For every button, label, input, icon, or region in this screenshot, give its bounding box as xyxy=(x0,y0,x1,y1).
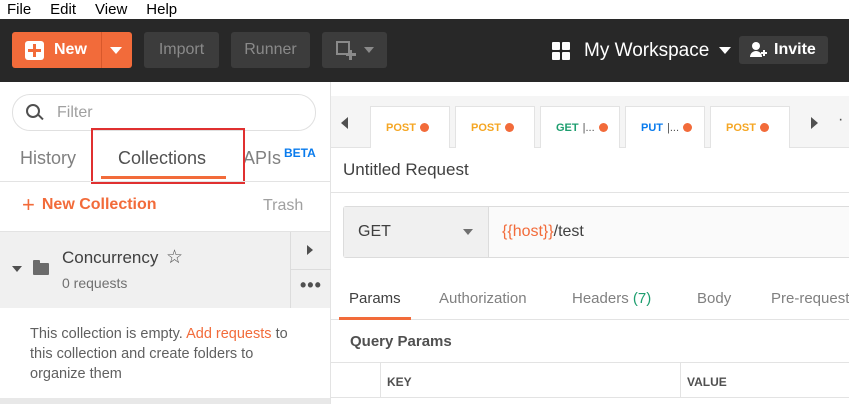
folder-icon xyxy=(33,260,49,275)
tab-apis[interactable]: APIs xyxy=(243,148,281,169)
add-user-icon xyxy=(750,42,767,58)
more-icon[interactable]: ••• xyxy=(300,275,322,296)
request-tab-method: PUT xyxy=(641,121,663,134)
menu-edit[interactable]: Edit xyxy=(50,1,76,18)
empty-collection-message: This collection is empty. Add requests t… xyxy=(30,324,310,384)
method-label: GET xyxy=(358,223,391,240)
request-tab-method: POST xyxy=(386,121,416,134)
method-select[interactable]: GET xyxy=(344,207,489,257)
invite-button[interactable]: Invite xyxy=(739,36,828,64)
request-tab-method: POST xyxy=(726,121,756,134)
filter-input[interactable] xyxy=(57,103,287,122)
request-tab[interactable]: POST xyxy=(455,106,535,148)
divider xyxy=(0,181,330,182)
unsaved-dot-icon xyxy=(504,123,514,132)
runner-button[interactable]: Runner xyxy=(231,32,310,68)
collection-name: Concurrency xyxy=(62,248,159,267)
chevron-down-icon xyxy=(719,47,732,54)
beta-badge: BETA xyxy=(284,146,316,160)
main-area: POST POST GET |... PUT |... POST · Untit… xyxy=(331,82,849,404)
request-tabs-strip: POST POST GET |... PUT |... POST · xyxy=(331,96,849,148)
request-tab-name: |... xyxy=(667,121,680,134)
plus-icon xyxy=(25,40,44,60)
request-tab[interactable]: POST xyxy=(370,106,450,148)
url-input[interactable]: {{host}}/test xyxy=(502,223,584,241)
unsaved-dot-icon xyxy=(759,123,769,132)
chevron-down-icon xyxy=(363,47,374,53)
tab-history[interactable]: History xyxy=(20,148,76,169)
request-sub-tabs: Params Authorization Headers (7) Body Pr… xyxy=(331,282,849,320)
checkbox-column xyxy=(331,363,381,398)
request-tab[interactable]: GET |... xyxy=(540,106,620,148)
plus-icon: + xyxy=(22,192,35,217)
headers-count-badge: (7) xyxy=(632,290,652,307)
request-tab-name: |... xyxy=(582,121,595,134)
request-title[interactable]: Untitled Request xyxy=(343,160,469,180)
unsaved-dot-icon xyxy=(598,123,608,132)
chevron-left-icon[interactable] xyxy=(341,117,348,129)
empty-message-text: This collection is empty. xyxy=(30,326,183,342)
url-variable: {{host}} xyxy=(502,223,554,240)
collection-actions: ••• xyxy=(290,232,331,308)
trash-link[interactable]: Trash xyxy=(263,197,303,215)
new-window-icon xyxy=(335,41,356,60)
filter-box xyxy=(12,94,316,131)
active-tab-indicator xyxy=(339,317,411,320)
more-icon[interactable]: · xyxy=(838,111,843,129)
new-button-divider xyxy=(101,32,102,68)
tab-headers-label: Headers xyxy=(572,290,629,307)
invite-label: Invite xyxy=(774,41,816,58)
tab-body[interactable]: Body xyxy=(697,290,731,307)
menu-file[interactable]: File xyxy=(7,1,31,18)
url-bar: GET {{host}}/test xyxy=(343,206,849,258)
divider xyxy=(331,192,849,193)
tab-authorization[interactable]: Authorization xyxy=(439,290,527,307)
menu-help[interactable]: Help xyxy=(146,1,177,18)
chevron-right-icon[interactable] xyxy=(307,245,313,255)
tab-headers[interactable]: Headers (7) xyxy=(572,290,651,307)
add-requests-link[interactable]: Add requests xyxy=(186,326,271,342)
request-tab[interactable]: POST xyxy=(710,106,790,148)
sidebar: History Collections APIs BETA + New Coll… xyxy=(0,82,331,404)
chevron-down-icon[interactable] xyxy=(110,47,122,54)
chevron-right-icon[interactable] xyxy=(811,117,818,129)
request-tab-method: POST xyxy=(471,121,501,134)
menu-view[interactable]: View xyxy=(95,1,127,18)
query-params-title: Query Params xyxy=(350,333,452,350)
new-button-label: New xyxy=(54,41,87,58)
grid-icon xyxy=(552,41,570,60)
chevron-down-icon xyxy=(463,229,473,235)
unsaved-dot-icon xyxy=(683,123,693,132)
search-icon xyxy=(26,103,44,122)
chevron-down-icon[interactable] xyxy=(12,266,22,272)
tab-pre-request[interactable]: Pre-request xyxy=(771,290,849,307)
highlight-box xyxy=(91,128,245,184)
menu-bar: File Edit View Help xyxy=(0,0,849,19)
collection-item[interactable]: Concurrency ☆ 0 requests ••• xyxy=(0,232,331,308)
collection-request-count: 0 requests xyxy=(62,275,128,291)
request-tab[interactable]: PUT |... xyxy=(625,106,705,148)
new-collection-button[interactable]: + New Collection xyxy=(22,192,157,217)
workspace-selector[interactable]: My Workspace xyxy=(552,38,732,63)
new-collection-label: New Collection xyxy=(41,196,157,213)
url-path: /test xyxy=(553,223,584,240)
star-icon[interactable]: ☆ xyxy=(166,246,183,269)
query-params-header: KEY VALUE xyxy=(331,362,849,398)
column-value: VALUE xyxy=(687,375,727,389)
import-button[interactable]: Import xyxy=(144,32,219,68)
sidebar-footer xyxy=(0,398,330,404)
unsaved-dot-icon xyxy=(419,123,429,132)
header-toolbar: New Import Runner My Workspace Invite xyxy=(0,19,849,82)
new-window-button[interactable] xyxy=(322,32,387,68)
tab-params[interactable]: Params xyxy=(349,290,401,307)
column-key: KEY xyxy=(387,375,412,389)
new-button[interactable]: New xyxy=(12,32,132,68)
request-tab-method: GET xyxy=(556,121,579,134)
workspace-label: My Workspace xyxy=(584,39,710,61)
